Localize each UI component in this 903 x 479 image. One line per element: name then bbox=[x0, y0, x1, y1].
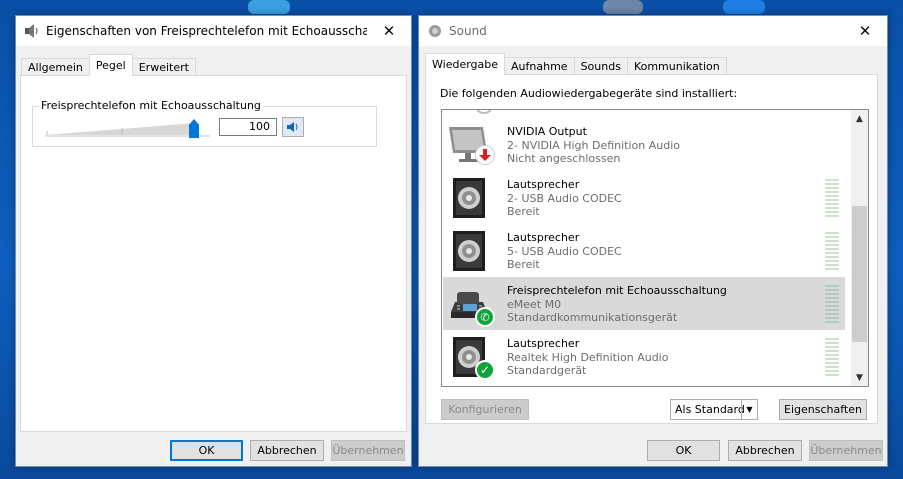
ok-button[interactable]: OK bbox=[170, 440, 243, 461]
level-meter bbox=[825, 285, 839, 323]
desktop-app-icon[interactable] bbox=[603, 0, 643, 14]
speaker-title-icon bbox=[24, 23, 40, 39]
partial-device-icon bbox=[476, 110, 492, 114]
tab-allgemein[interactable]: Allgemein bbox=[21, 58, 90, 76]
device-status: Bereit bbox=[507, 205, 540, 218]
device-name: Freisprechtelefon mit Echoausschaltung bbox=[507, 284, 727, 297]
level-group-label: Freisprechtelefon mit Echoausschaltung bbox=[39, 99, 263, 112]
desktop-app-icon[interactable] bbox=[248, 0, 290, 14]
properties-dialog: Eigenschaften von Freisprechtelefon mit … bbox=[15, 15, 412, 467]
sound-title-icon bbox=[427, 23, 443, 39]
mute-toggle-button[interactable] bbox=[282, 117, 304, 137]
tab-sounds[interactable]: Sounds bbox=[573, 57, 628, 75]
tab-pegel[interactable]: Pegel bbox=[88, 54, 133, 76]
close-button[interactable]: ✕ bbox=[367, 16, 411, 46]
device-driver: Realtek High Definition Audio bbox=[507, 351, 669, 364]
monitor-icon bbox=[447, 123, 495, 167]
close-button[interactable]: ✕ bbox=[843, 16, 887, 46]
device-driver: 5- USB Audio CODEC bbox=[507, 245, 622, 258]
device-name: Lautsprecher bbox=[507, 231, 580, 244]
apply-button: Übernehmen bbox=[331, 440, 405, 461]
tab-kommunikation[interactable]: Kommunikation bbox=[626, 57, 727, 75]
title-bar: Sound ✕ bbox=[419, 16, 887, 46]
level-meter bbox=[825, 179, 839, 217]
level-slider[interactable] bbox=[45, 117, 215, 139]
level-meter bbox=[825, 338, 839, 376]
device-status: Nicht angeschlossen bbox=[507, 152, 621, 165]
device-driver: 2- NVIDIA High Definition Audio bbox=[507, 139, 681, 152]
apply-button: Übernehmen bbox=[809, 440, 883, 461]
speaker-volume-icon bbox=[287, 122, 298, 132]
device-status: Standardgerät bbox=[507, 364, 587, 377]
vertical-scrollbar[interactable]: ▲ ▼ bbox=[851, 110, 868, 386]
device-item[interactable]: ✓ Lautsprecher Realtek High Definition A… bbox=[443, 330, 845, 383]
tab-panel: Freisprechtelefon mit Echoausschaltung 1… bbox=[20, 75, 407, 432]
device-item[interactable]: NVIDIA Output 2- NVIDIA High Definition … bbox=[443, 118, 845, 171]
set-default-button[interactable]: Als Standard ▼ bbox=[670, 399, 758, 420]
device-driver: eMeet M0 bbox=[507, 298, 562, 311]
desktop-app-icon[interactable] bbox=[723, 0, 765, 14]
level-meter bbox=[825, 232, 839, 270]
tab-erweitert[interactable]: Erweitert bbox=[131, 58, 196, 76]
level-value-field[interactable]: 100 bbox=[219, 118, 277, 136]
dialog-title: Sound bbox=[449, 24, 487, 38]
device-item[interactable]: Lautsprecher 2- USB Audio CODEC Bereit bbox=[443, 171, 845, 224]
scroll-down-icon[interactable]: ▼ bbox=[851, 369, 868, 386]
device-list: NVIDIA Output 2- NVIDIA High Definition … bbox=[441, 109, 869, 387]
set-default-label: Als Standard bbox=[675, 403, 745, 416]
dialog-title: Eigenschaften von Freisprechtelefon mit … bbox=[46, 24, 367, 38]
speaker-icon bbox=[447, 229, 491, 273]
device-name: Lautsprecher bbox=[507, 337, 580, 350]
tab-strip: Wiedergabe Aufnahme Sounds Kommunikation bbox=[425, 53, 727, 75]
device-name: NVIDIA Output bbox=[507, 125, 587, 138]
device-item-selected[interactable]: ✆ Freisprechtelefon mit Echoausschaltung… bbox=[443, 277, 845, 330]
sound-dialog: Sound ✕ Wiedergabe Aufnahme Sounds Kommu… bbox=[418, 15, 888, 467]
scroll-up-icon[interactable]: ▲ bbox=[851, 110, 868, 127]
device-driver: 2- USB Audio CODEC bbox=[507, 192, 622, 205]
device-status: Standardkommunikationsgerät bbox=[507, 311, 678, 324]
properties-button[interactable]: Eigenschaften bbox=[779, 399, 867, 420]
speakerphone-icon: ✆ bbox=[447, 282, 495, 327]
tab-panel: Die folgenden Audiowiedergabegeräte sind… bbox=[425, 74, 878, 424]
device-status: Bereit bbox=[507, 258, 540, 271]
device-item[interactable]: Lautsprecher 5- USB Audio CODEC Bereit bbox=[443, 224, 845, 277]
ok-button[interactable]: OK bbox=[647, 440, 720, 461]
intro-text: Die folgenden Audiowiedergabegeräte sind… bbox=[440, 87, 738, 100]
device-name: Lautsprecher bbox=[507, 178, 580, 191]
scrollbar-thumb[interactable] bbox=[852, 206, 867, 342]
cancel-button[interactable]: Abbrechen bbox=[250, 440, 324, 461]
phone-badge-icon: ✆ bbox=[475, 307, 495, 327]
speaker-icon: ✓ bbox=[447, 335, 495, 380]
tab-wiedergabe[interactable]: Wiedergabe bbox=[425, 53, 506, 75]
configure-button: Konfigurieren bbox=[441, 399, 529, 420]
chevron-down-icon[interactable]: ▼ bbox=[741, 400, 757, 419]
title-bar: Eigenschaften von Freisprechtelefon mit … bbox=[16, 16, 411, 46]
speaker-icon bbox=[447, 176, 491, 220]
cancel-button[interactable]: Abbrechen bbox=[728, 440, 802, 461]
checkmark-badge-icon: ✓ bbox=[475, 360, 495, 380]
tab-aufnahme[interactable]: Aufnahme bbox=[504, 57, 575, 75]
disconnected-arrow-icon bbox=[475, 145, 495, 165]
tab-strip: Allgemein Pegel Erweitert bbox=[21, 54, 196, 76]
